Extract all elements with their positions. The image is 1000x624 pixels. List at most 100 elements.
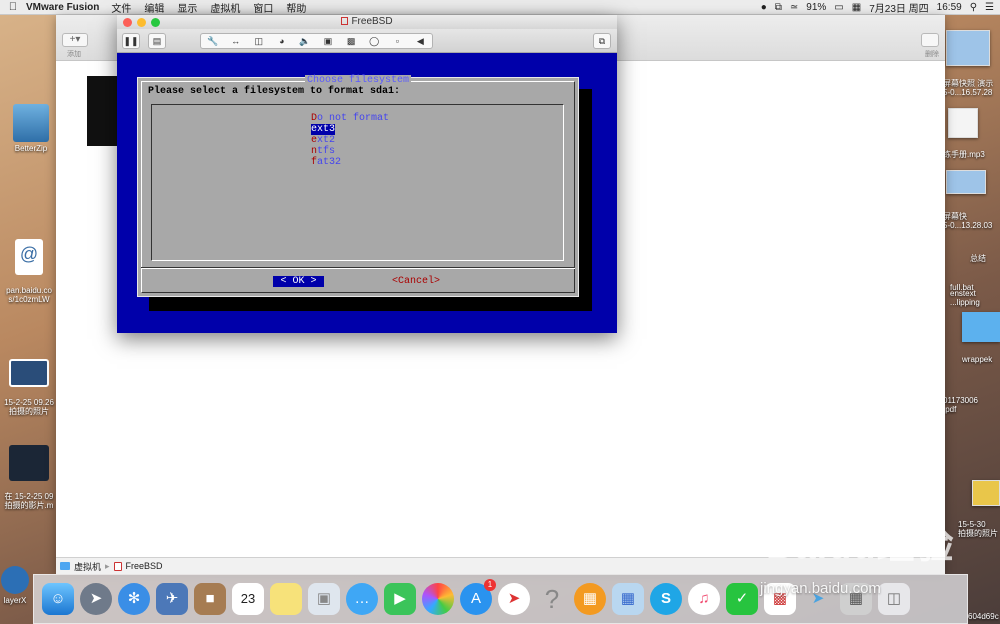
menu-help[interactable]: 帮助 [286, 0, 306, 15]
menu-vm[interactable]: 虚拟机 [210, 0, 240, 15]
vm-window-title: FreeBSD [351, 16, 393, 27]
app-menu[interactable]: VMware Fusion [26, 2, 99, 13]
ok-button[interactable]: < OK > [273, 276, 324, 287]
add-button[interactable]: +▾ [62, 33, 88, 47]
battery-text[interactable]: 91% [806, 2, 826, 13]
desktop-right-label-3[interactable]: 总结 [970, 254, 1000, 263]
desktop-right-label-8[interactable]: 15-5-30 拍摄的照片 [958, 520, 1000, 538]
mp3-file-icon[interactable] [948, 108, 978, 138]
desktop-right-label-9[interactable]: 604d69c [968, 612, 1000, 621]
photo-thumbnail-icon[interactable] [972, 480, 1000, 506]
question-mark-icon[interactable]: ? [536, 583, 568, 615]
baidu-jingyan-watermark: Baidu经验 [766, 525, 955, 567]
option-do-not-format[interactable]: Do not format [311, 113, 389, 124]
photos-icon[interactable] [422, 583, 454, 615]
menu-bar:  VMware Fusion 文件 编辑 显示 虚拟机 窗口 帮助 ● ⧉ ≃… [0, 0, 1000, 15]
zoom-icon[interactable] [151, 18, 160, 27]
launchpad-icon[interactable]: ➤ [80, 583, 112, 615]
sync-icon[interactable]: ⧉ [775, 2, 782, 13]
safari-icon[interactable]: ✻ [118, 583, 150, 615]
ibooks-icon[interactable]: ▦ [574, 583, 606, 615]
snapshot-button[interactable]: ▤ [148, 33, 166, 49]
facetime-icon[interactable]: ▶ [384, 583, 416, 615]
cd-drive-icon[interactable]: ◕ [270, 34, 293, 48]
add-label: 添加 [67, 51, 81, 58]
menu-view[interactable]: 显示 [177, 0, 197, 15]
path-item-vms[interactable]: 虚拟机 [74, 560, 101, 573]
filesystem-list[interactable]: Do not format ext3 ext2 ntfs fat32 [151, 104, 564, 261]
option-fat32[interactable]: fat32 [311, 157, 341, 168]
delete-button[interactable] [921, 33, 939, 47]
spotlight-icon[interactable]: ⚲ [970, 2, 977, 13]
path-item-freebsd[interactable]: FreeBSD [126, 561, 163, 571]
printer-icon[interactable]: ▩ [340, 34, 363, 48]
cancel-button[interactable]: <Cancel> [392, 276, 440, 287]
settings-wrench-icon[interactable]: 🔧 [201, 34, 224, 48]
menu-edit[interactable]: 编辑 [144, 0, 164, 15]
screenshot-thumbnail-icon[interactable] [946, 30, 990, 66]
minimize-icon[interactable] [137, 18, 146, 27]
boot-camp-icon[interactable]: ▦ [612, 583, 644, 615]
dialog-title-wrap: Choose filesystem [138, 75, 578, 86]
option-ntfs[interactable]: ntfs [311, 146, 335, 157]
wifi-icon[interactable]: ≃ [790, 2, 798, 13]
desktop-item-photo[interactable]: 15-2-25 09.26 拍摄的照片 [0, 350, 58, 425]
screenshot-thumbnail-icon[interactable] [946, 170, 986, 194]
desktop-right-label-1[interactable]: 练手册.mp3 [943, 150, 1000, 159]
pause-button[interactable]: ❚❚ [122, 33, 140, 49]
disk-icon[interactable]: ◫ [247, 34, 270, 48]
sharing-icon[interactable]: ▫ [386, 34, 409, 48]
itunes-icon[interactable]: ♫ [688, 583, 720, 615]
desktop-item-betterzip[interactable]: BetterZip [6, 104, 56, 153]
menu-window[interactable]: 窗口 [253, 0, 273, 15]
dialog-separator [141, 267, 575, 269]
option-ext2[interactable]: ext2 [311, 135, 335, 146]
chevron-left-icon[interactable]: ◀ [409, 34, 432, 48]
fullscreen-button[interactable]: ⧉ [593, 33, 611, 49]
sound-icon[interactable]: 🔈 [293, 34, 316, 48]
vm-console-screen[interactable]: Choose filesystem Please select a filesy… [117, 53, 617, 333]
movie-thumbnail-icon [9, 445, 49, 481]
notification-center-icon[interactable]: ☰ [985, 2, 994, 13]
date-text[interactable]: 7月23日 周四 [869, 0, 928, 15]
desktop-right-label-0[interactable]: 屏幕快照 演示 5-0...16.57.28 [943, 79, 1000, 97]
preview-photos-icon[interactable]: ▣ [308, 583, 340, 615]
input-method-icon[interactable]: ▦ [852, 2, 861, 13]
trash-icon[interactable]: ◫ [878, 583, 910, 615]
mplayerx-icon [1, 566, 29, 594]
desktop-right-label-2[interactable]: 屏幕快 5-0...13.28.03 [943, 212, 1000, 230]
maps-icon[interactable]: ➤ [498, 583, 530, 615]
desktop-right-label-5[interactable]: enstext ...lipping [950, 289, 1000, 307]
desktop-item-movie[interactable]: 在 15-2-25 09 拍摄的影片.m [0, 436, 58, 519]
preview-icon[interactable]: ✈ [156, 583, 188, 615]
finder-icon[interactable]: ☺ [42, 583, 74, 615]
watermark-url: jingyan.baidu.com [760, 580, 881, 597]
delete-label: 删除 [925, 51, 939, 58]
menu-file[interactable]: 文件 [111, 0, 131, 15]
notes-icon[interactable] [270, 583, 302, 615]
usb-icon[interactable]: ◯ [363, 34, 386, 48]
wechat-icon[interactable]: ✓ [726, 583, 758, 615]
desktop-item-mplayerx[interactable]: layerX [0, 566, 30, 605]
desktop-right-label-6[interactable]: wrappek [962, 355, 1000, 364]
battery-icon[interactable]: ▭ [834, 2, 843, 13]
package-icon [13, 104, 49, 142]
calendar-icon[interactable]: 23 [232, 583, 264, 615]
contacts-icon[interactable]: ■ [194, 583, 226, 615]
close-icon[interactable] [123, 18, 132, 27]
camera-icon[interactable]: ▣ [316, 34, 339, 48]
apple-menu-icon[interactable]:  [0, 1, 26, 13]
messages-icon[interactable]: … [346, 583, 378, 615]
skype-icon[interactable]: S [650, 583, 682, 615]
freebsd-vm-window: FreeBSD ❚❚ ▤ 🔧 ↔ ◫ ◕ 🔈 ▣ ▩ ◯ ▫ ◀ ⧉ Choos… [117, 15, 617, 333]
chevron-right-icon: ▸ [105, 560, 110, 571]
app-store-icon[interactable]: A1 [460, 579, 496, 615]
desktop-right-label-7[interactable]: 01173006 .pdf [943, 396, 1000, 414]
option-ext3[interactable]: ext3 [311, 124, 336, 135]
clock-text[interactable]: 16:59 [937, 2, 962, 13]
folder-icon[interactable] [962, 312, 1000, 342]
desktop-item-webloc[interactable]: @ pan.baidu.co s/1c0zmLW [0, 230, 58, 313]
vmware-status-icon[interactable]: ● [761, 2, 767, 13]
desktop-item-label: layerX [3, 596, 27, 605]
network-icon[interactable]: ↔ [224, 34, 247, 48]
